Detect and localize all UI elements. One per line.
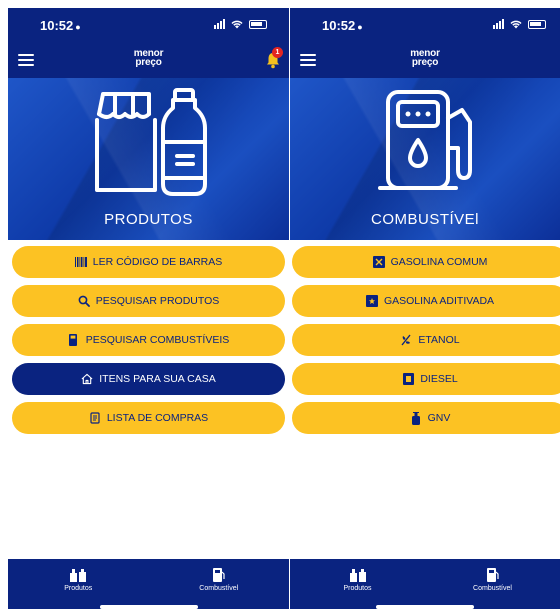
fuel-pump-icon <box>486 568 499 582</box>
hero-banner: COMBUSTÍVEl <box>290 78 560 240</box>
home-indicator[interactable] <box>376 605 474 609</box>
shopping-list-button[interactable]: LISTA DE COMPRAS <box>12 402 285 434</box>
hero-title: PRODUTOS <box>104 211 193 228</box>
button-label: LER CÓDIGO DE BARRAS <box>92 256 223 268</box>
ethanol-button[interactable]: ETANOL <box>292 324 560 356</box>
products-icon <box>349 568 366 582</box>
menu-icon[interactable] <box>300 54 316 66</box>
app-bar: menor preço <box>290 42 560 78</box>
nav-products[interactable]: Produtos <box>290 559 425 601</box>
fuel-pump-icon <box>212 568 225 582</box>
button-label: LISTA DE COMPRAS <box>106 412 209 424</box>
search-products-button[interactable]: PESQUISAR PRODUTOS <box>12 285 285 317</box>
button-label: GASOLINA COMUM <box>390 256 488 268</box>
products-screen: 10:52 ● menor preço 1 PRODUTOS LER CÓDIG… <box>8 8 289 609</box>
gasoline-icon <box>372 256 385 268</box>
gasoline-common-button[interactable]: GASOLINA COMUM <box>292 246 560 278</box>
fuel-pump-icon <box>68 334 80 346</box>
grocery-bag-bottle-icon <box>94 88 207 196</box>
nav-products[interactable]: Produtos <box>8 559 149 601</box>
hero-banner: PRODUTOS <box>8 78 289 240</box>
wifi-icon <box>231 20 243 28</box>
app-bar: menor preço 1 <box>8 42 289 78</box>
notification-badge: 1 <box>272 47 283 58</box>
nav-label: Produtos <box>64 584 93 592</box>
button-label: GASOLINA ADITIVADA <box>383 295 495 307</box>
button-label: GNV <box>427 412 451 424</box>
bottom-navigation: Produtos Combustível <box>290 559 560 601</box>
list-icon <box>89 412 101 424</box>
home-items-button[interactable]: ITENS PARA SUA CASA <box>12 363 285 395</box>
gnv-icon <box>410 411 422 425</box>
button-label: ETANOL <box>418 334 460 346</box>
app-logo: menor preço <box>410 48 440 68</box>
home-indicator-area <box>290 601 560 609</box>
system-icons <box>493 19 546 29</box>
button-label: ITENS PARA SUA CASA <box>99 373 216 385</box>
diesel-icon <box>402 373 414 385</box>
fuel-screen: 10:52 ● menor preço COMBUSTÍVEl GASOLINA… <box>290 8 560 609</box>
button-label: PESQUISAR COMBUSTÍVEIS <box>85 334 230 346</box>
bottom-navigation: Produtos Combustível <box>8 559 289 601</box>
status-time: 10:52 ● <box>322 18 363 33</box>
ethanol-icon <box>400 334 412 346</box>
battery-icon <box>528 19 546 29</box>
home-indicator-area <box>8 601 289 609</box>
nav-fuel[interactable]: Combustível <box>425 559 560 601</box>
wifi-icon <box>510 20 522 28</box>
search-icon <box>78 295 90 307</box>
scan-barcode-button[interactable]: LER CÓDIGO DE BARRAS <box>12 246 285 278</box>
gnv-button[interactable]: GNV <box>292 402 560 434</box>
hero-title: COMBUSTÍVEl <box>370 211 479 228</box>
button-label: PESQUISAR PRODUTOS <box>95 295 220 307</box>
fuel-menu: GASOLINA COMUM GASOLINA ADITIVADA ETANOL… <box>290 240 560 434</box>
nav-label: Produtos <box>343 584 372 592</box>
gasoline-star-icon <box>365 295 378 307</box>
status-bar: 10:52 ● <box>8 8 289 42</box>
app-logo: menor preço <box>133 48 164 68</box>
status-bar: 10:52 ● <box>290 8 560 42</box>
signal-icon <box>493 19 504 29</box>
battery-icon <box>249 19 267 29</box>
gasoline-additive-button[interactable]: GASOLINA ADITIVADA <box>292 285 560 317</box>
nav-label: Combustível <box>473 585 512 592</box>
search-fuel-button[interactable]: PESQUISAR COMBUSTÍVEIS <box>12 324 285 356</box>
gas-pump-icon <box>378 90 472 190</box>
button-label: DIESEL <box>420 373 458 385</box>
diesel-button[interactable]: DIESEL <box>292 363 560 395</box>
home-indicator[interactable] <box>99 605 198 609</box>
status-time: 10:52 ● <box>40 18 81 33</box>
main-menu: LER CÓDIGO DE BARRAS PESQUISAR PRODUTOS … <box>8 240 289 434</box>
products-icon <box>70 568 87 582</box>
nav-fuel[interactable]: Combustível <box>149 559 290 601</box>
nav-label: Combustível <box>199 585 239 592</box>
system-icons <box>214 19 267 29</box>
home-icon <box>81 373 93 385</box>
barcode-icon <box>74 256 87 268</box>
signal-icon <box>214 19 225 29</box>
notification-bell[interactable]: 1 <box>265 47 283 69</box>
menu-icon[interactable] <box>18 54 34 66</box>
